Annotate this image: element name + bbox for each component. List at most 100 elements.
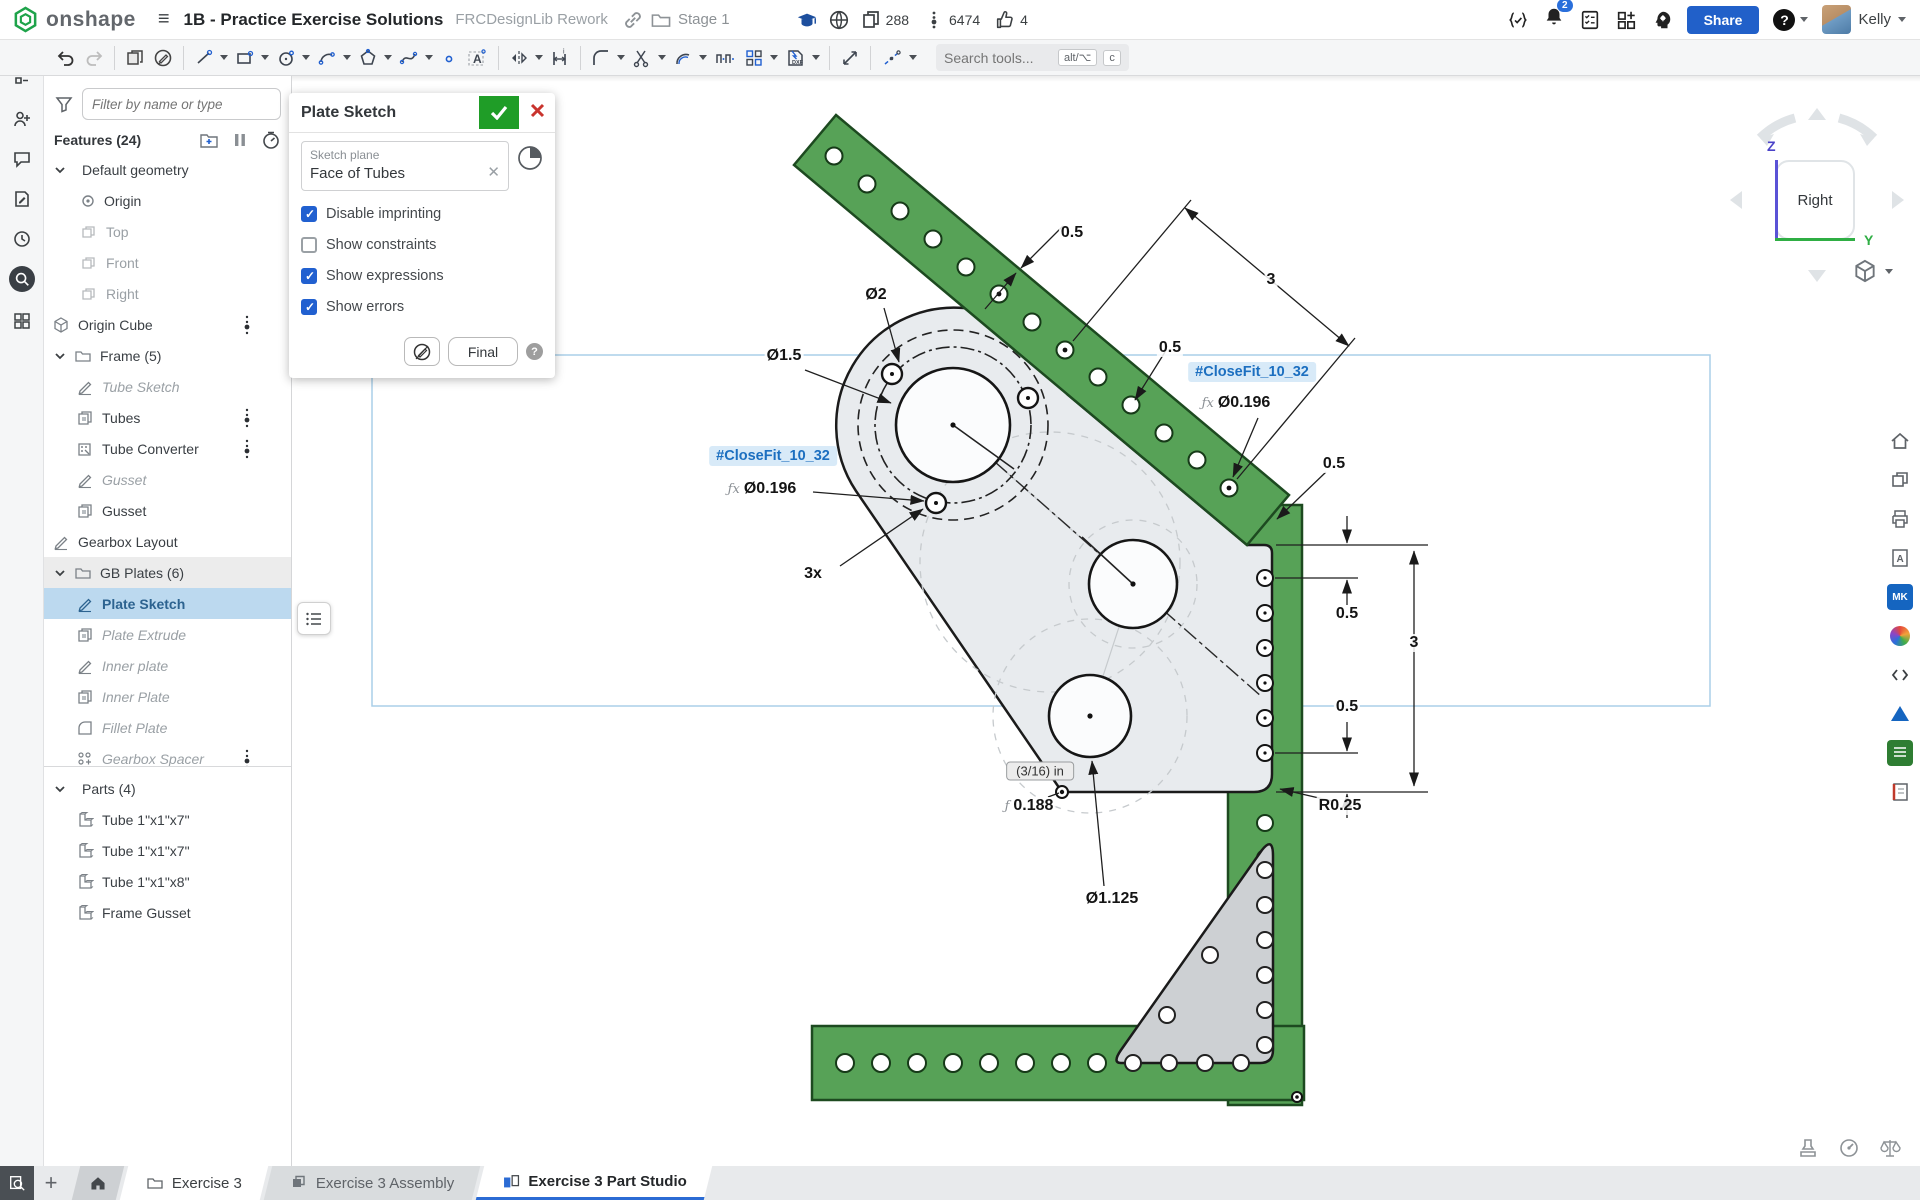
offset-tool[interactable] xyxy=(669,45,697,71)
dimension-label[interactable]: 0.5 xyxy=(1059,224,1085,242)
new-folder-icon[interactable] xyxy=(199,131,219,149)
feature-item-right-plane[interactable]: Right xyxy=(44,278,291,309)
polygon-tool-dropdown[interactable] xyxy=(384,55,392,60)
closefit-variable-chip[interactable]: #CloseFit_10_32 xyxy=(709,446,837,466)
edit-document-icon[interactable] xyxy=(9,186,35,212)
doc-a-icon[interactable]: A xyxy=(1887,545,1913,571)
history-icon[interactable] xyxy=(9,226,35,252)
spotlight-search-icon[interactable] xyxy=(9,266,35,292)
feature-item-plate-extrude[interactable]: Plate Extrude xyxy=(44,619,291,650)
feature-item-gearbox-spacer[interactable]: Gearbox Spacer xyxy=(44,743,291,766)
dimension-label[interactable]: 0.5 xyxy=(1157,339,1183,357)
closefit-variable-chip[interactable]: #CloseFit_10_32 xyxy=(1188,362,1316,382)
menu-icon[interactable]: ≡ xyxy=(158,8,170,31)
feature-section-default-geometry[interactable]: Default geometry xyxy=(44,154,291,185)
arc-tool-dropdown[interactable] xyxy=(343,55,351,60)
linear-pattern-tool[interactable] xyxy=(710,45,740,71)
construction-tool-dropdown[interactable] xyxy=(909,55,917,60)
notifications-button[interactable]: 2 xyxy=(1543,6,1565,33)
search-tools-box[interactable]: alt/⌥ c xyxy=(936,44,1129,71)
fillet-tool-dropdown[interactable] xyxy=(617,55,625,60)
point-tool[interactable] xyxy=(436,45,462,71)
offset-tool-dropdown[interactable] xyxy=(699,55,707,60)
document-title[interactable]: 1B - Practice Exercise Solutions xyxy=(184,10,444,30)
count-label[interactable]: 3x xyxy=(802,565,824,583)
folder-name[interactable]: Stage 1 xyxy=(678,11,730,28)
mirror-tool-dropdown[interactable] xyxy=(535,55,543,60)
text-tool[interactable]: A xyxy=(462,45,492,71)
part-item[interactable]: Frame Gusset xyxy=(44,897,291,928)
add-tab-button[interactable]: + xyxy=(34,1166,68,1200)
tab-exercise-3-part-studio[interactable]: Exercise 3 Part Studio xyxy=(476,1166,713,1200)
feature-folder-frame[interactable]: Frame (5) xyxy=(44,340,291,371)
green-book-icon[interactable] xyxy=(1887,740,1913,766)
dimension-label[interactable]: 3 xyxy=(1408,634,1421,652)
comment-icon[interactable] xyxy=(9,146,35,172)
dimension-label[interactable]: ƒxØ0.196 xyxy=(726,480,799,498)
line-tool-dropdown[interactable] xyxy=(220,55,228,60)
gauge-icon[interactable] xyxy=(1837,1136,1861,1160)
feature-item-fillet-plate[interactable]: Fillet Plate xyxy=(44,712,291,743)
breadcrumb[interactable]: Stage 1 xyxy=(622,9,730,31)
dimension-label[interactable]: ƒ0.188 xyxy=(1003,797,1056,815)
construction-tool[interactable] xyxy=(877,45,907,71)
tolerance-chip[interactable]: (3/16) in xyxy=(1006,762,1074,781)
checkbox-icon[interactable] xyxy=(301,268,317,284)
tasks-icon[interactable] xyxy=(1579,9,1601,31)
printer-icon[interactable] xyxy=(1887,506,1913,532)
user-menu[interactable]: Kelly xyxy=(1822,5,1906,34)
checkbox-show-errors[interactable]: Show errors xyxy=(301,299,543,315)
feature-item-tube-sketch[interactable]: Tube Sketch xyxy=(44,371,291,402)
public-globe-icon[interactable] xyxy=(828,9,850,31)
parts-section-header[interactable]: Parts (4) xyxy=(44,773,291,804)
triangle-logo-icon[interactable] xyxy=(1887,701,1913,727)
rollback-icon[interactable] xyxy=(261,130,281,150)
rectangle-tool[interactable] xyxy=(231,45,259,71)
part-item[interactable]: Tube 1"x1"x8" xyxy=(44,866,291,897)
search-tools-input[interactable] xyxy=(944,50,1052,66)
feature-item-gearbox-layout[interactable]: Gearbox Layout xyxy=(44,526,291,557)
search-tabs-button[interactable] xyxy=(0,1166,34,1200)
color-wheel-icon[interactable] xyxy=(1887,623,1913,649)
line-tool[interactable] xyxy=(190,45,218,71)
checkbox-icon[interactable] xyxy=(301,299,317,315)
feature-item-plate-sketch[interactable]: Plate Sketch xyxy=(44,588,291,619)
feature-item-inner-plate-sketch[interactable]: Inner plate xyxy=(44,650,291,681)
feature-list-flyout-button[interactable] xyxy=(297,602,331,635)
apps-grid-icon[interactable] xyxy=(9,308,35,334)
feature-item-inner-plate[interactable]: Inner Plate xyxy=(44,681,291,712)
learning-center-icon[interactable] xyxy=(796,9,818,31)
code-icon[interactable] xyxy=(1887,662,1913,688)
dimension-label[interactable]: 0.5 xyxy=(1334,605,1360,623)
dimension-label[interactable]: Ø1.125 xyxy=(1084,890,1140,908)
measure-tool[interactable] xyxy=(836,45,864,71)
undo-button[interactable] xyxy=(52,45,80,71)
fillet-tool[interactable] xyxy=(587,45,615,71)
rotate-arrows[interactable] xyxy=(1760,118,1874,138)
filter-input[interactable] xyxy=(82,88,281,120)
sketch-plane-field[interactable]: Sketch plane Face of Tubes ✕ xyxy=(301,141,509,191)
redo-button[interactable] xyxy=(80,45,108,71)
checkbox-disable-imprinting[interactable]: Disable imprinting xyxy=(301,206,543,222)
home-icon[interactable] xyxy=(1887,428,1913,454)
insert-dxf-button[interactable]: DXF xyxy=(781,45,810,71)
paste-sketch-button[interactable] xyxy=(121,45,149,71)
feature-folder-gb-plates[interactable]: GB Plates (6) xyxy=(44,557,291,588)
circular-pattern-tool[interactable] xyxy=(740,45,768,71)
changes-counter[interactable]: 6474 xyxy=(923,9,984,31)
tab-exercise-3[interactable]: Exercise 3 xyxy=(120,1166,269,1200)
feature-item-origin[interactable]: Origin xyxy=(44,185,291,216)
part-item[interactable]: Tube 1"x1"x7" xyxy=(44,804,291,835)
share-button[interactable]: Share xyxy=(1687,6,1760,34)
checkbox-show-expressions[interactable]: Show expressions xyxy=(301,268,543,284)
trim-tool-dropdown[interactable] xyxy=(658,55,666,60)
view-cube-face[interactable]: Right xyxy=(1775,160,1855,240)
final-button[interactable]: Final xyxy=(448,337,518,366)
cancel-button[interactable] xyxy=(519,96,555,129)
tab-exercise-3-assembly[interactable]: Exercise 3 Assembly xyxy=(264,1166,481,1200)
feature-item-tube-converter[interactable]: Tube Converter xyxy=(44,433,291,464)
dimension-label[interactable]: R0.25 xyxy=(1317,797,1364,815)
feature-item-gusset-sketch[interactable]: Gusset xyxy=(44,464,291,495)
copies-counter[interactable]: 288 xyxy=(860,9,913,31)
polygon-tool[interactable] xyxy=(354,45,382,71)
